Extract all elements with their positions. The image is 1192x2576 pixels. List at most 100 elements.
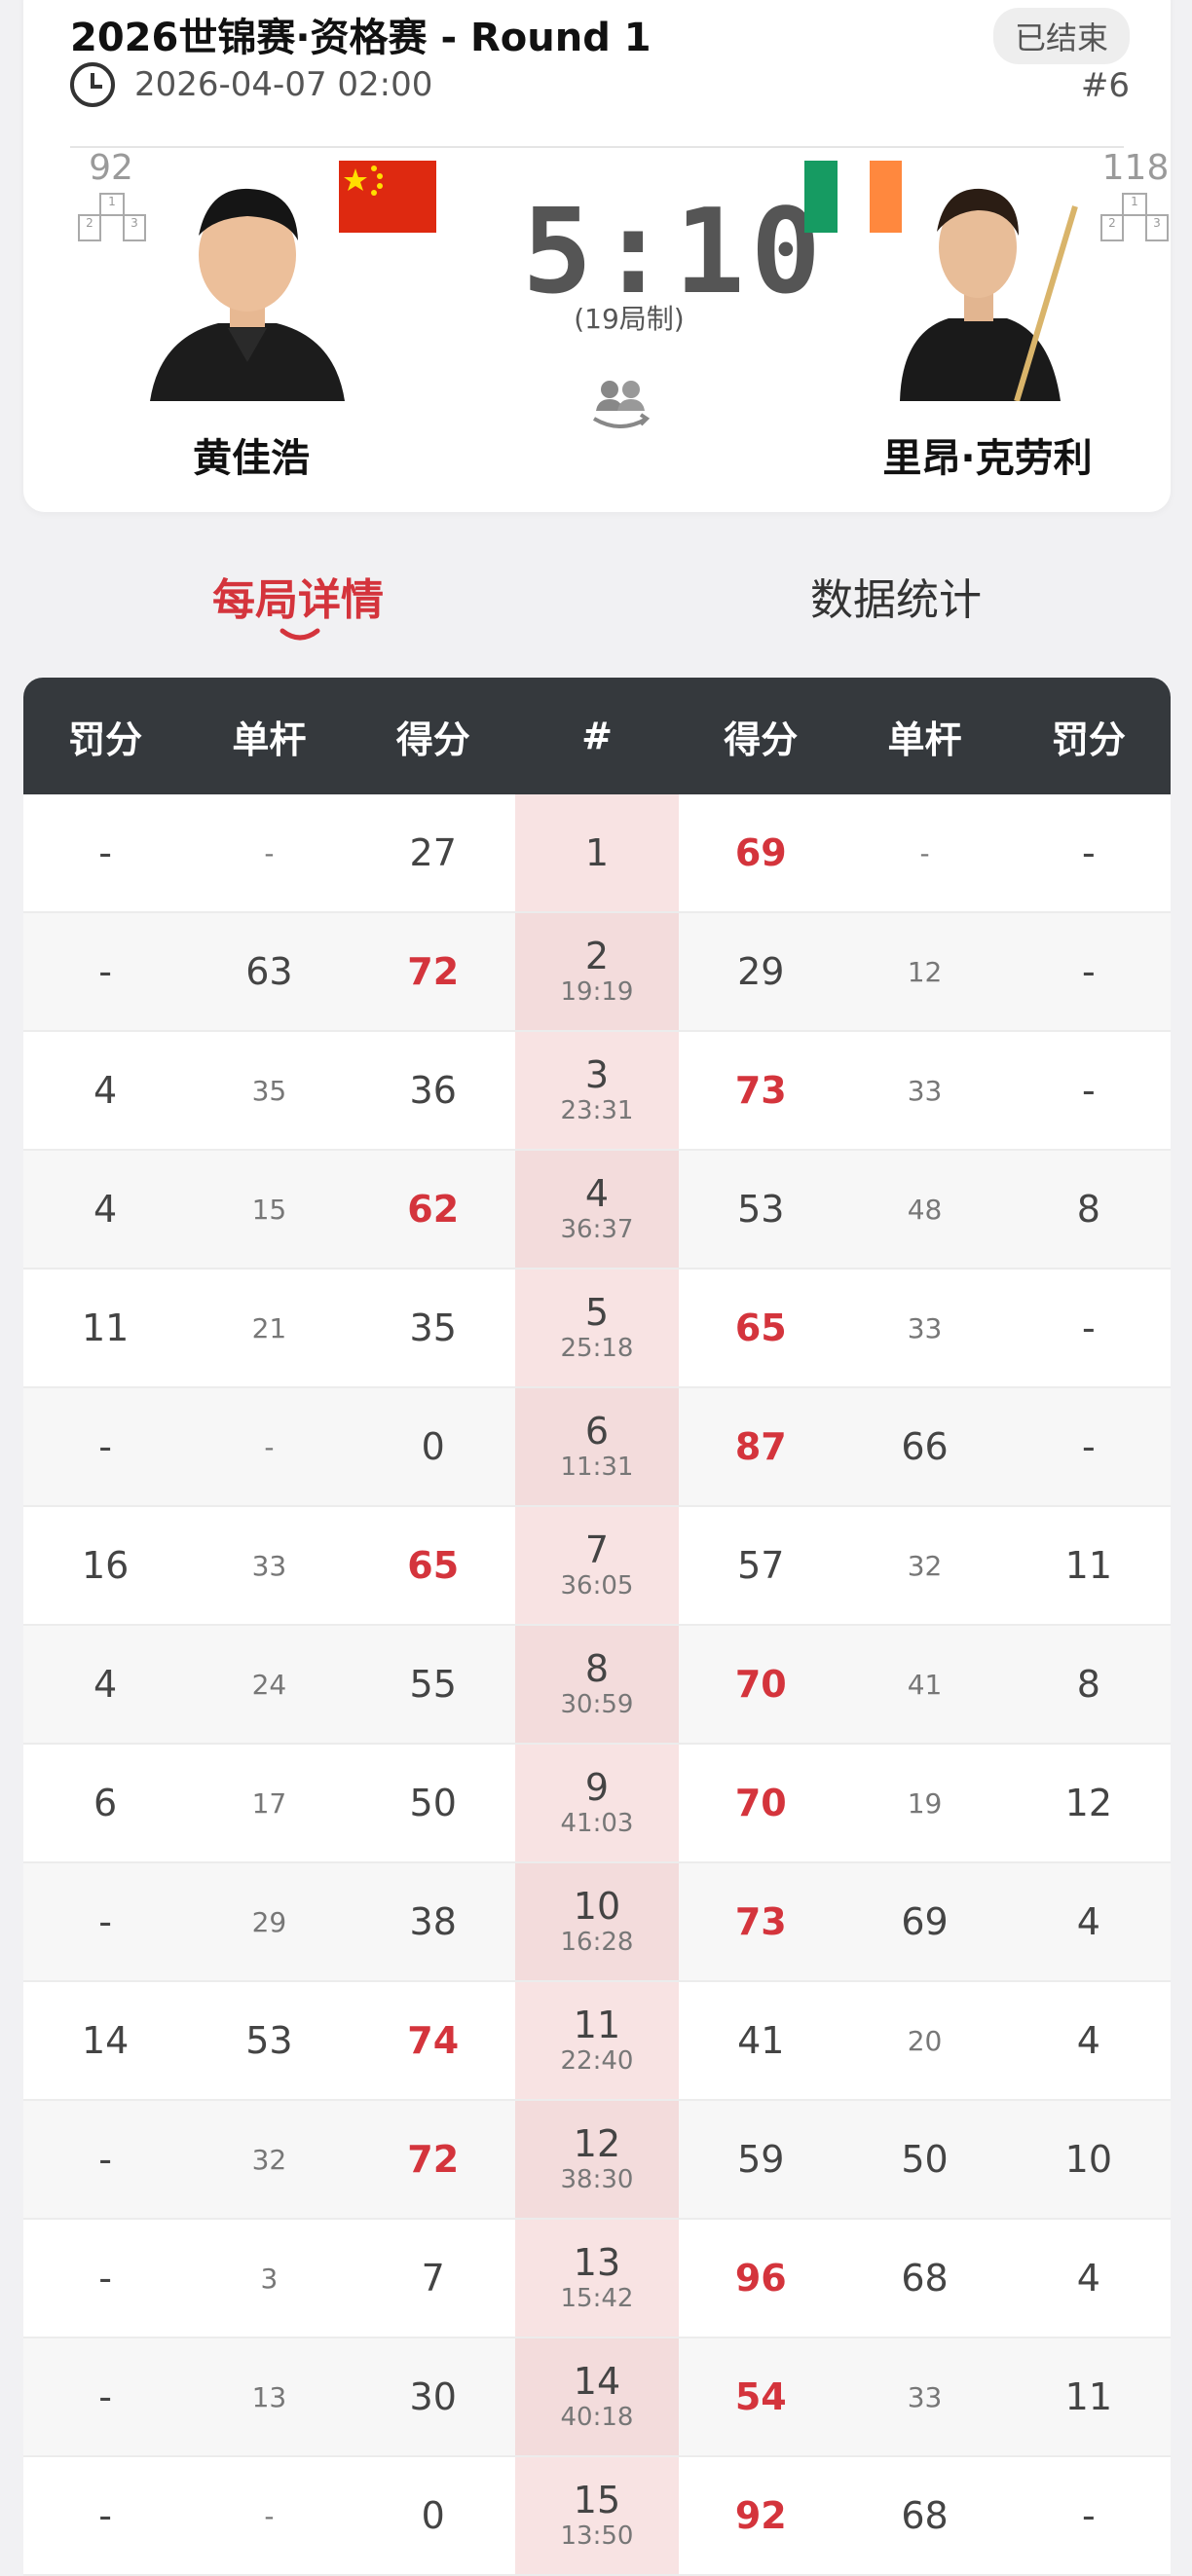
frame-number: 12 [573,2122,621,2165]
frame-number-cell: 11 22:40 [514,1982,680,2099]
left-score-cell: 0 [421,2494,445,2537]
left-penalty-cell: 6 [93,1782,118,1824]
right-penalty-cell: - [1081,831,1096,874]
left-penalty-cell: 4 [93,1069,118,1112]
frame-number-cell: 6 11:31 [514,1388,680,1505]
table-row: - 13 30 14 40:18 54 33 11 [23,2338,1171,2457]
left-score-cell: 36 [409,1069,457,1112]
right-score-cell: 59 [737,2138,785,2181]
tab-frame-details[interactable]: 每局详情 [103,565,493,627]
table-row: 4 15 62 4 36:37 53 48 8 [23,1151,1171,1270]
right-penalty-cell: 4 [1076,1900,1100,1943]
rank-podium-icon: 1 2 3 [78,193,146,247]
left-score-cell: 7 [421,2257,445,2300]
table-row: - - 0 6 11:31 87 66 - [23,1388,1171,1507]
left-break-cell: 13 [251,2380,287,2413]
frame-number: 1 [584,831,610,874]
frame-number: 13 [573,2241,621,2284]
right-break-cell: 68 [901,2257,949,2300]
left-penalty-cell: 11 [81,1306,130,1349]
right-player-rank: 118 [1101,148,1170,188]
left-penalty-cell: - [98,2257,112,2300]
table-row: 4 35 36 3 23:31 73 33 - [23,1032,1171,1151]
right-score-cell: 65 [734,1306,787,1349]
frame-duration: 16:28 [560,1928,634,1957]
header-right-score: 得分 [724,718,799,761]
right-score-cell: 87 [734,1425,787,1468]
right-penalty-cell: 12 [1064,1782,1112,1824]
right-penalty-cell: 4 [1076,2019,1100,2062]
frame-number-cell: 8 30:59 [514,1626,680,1743]
frame-number-cell: 9 41:03 [514,1745,680,1861]
table-row: 14 53 74 11 22:40 41 20 4 [23,1982,1171,2101]
right-score-cell: 70 [734,1663,787,1706]
right-player-name[interactable]: 里昂·克劳利 [793,426,1182,483]
left-score-cell: 74 [407,2019,460,2062]
head-to-head-icon[interactable] [586,368,654,436]
clock-icon [70,62,115,107]
right-penalty-cell: - [1081,2494,1096,2537]
frame-table: 罚分 单杆 得分 # 得分 单杆 罚分 - -27 1 69- - -63 72 2 19:19… [23,678,1171,2576]
right-break-cell: 50 [901,2138,949,2181]
left-player-name[interactable]: 黄佳浩 [56,426,446,483]
left-penalty-cell: - [98,950,112,993]
frame-number: 15 [573,2479,621,2521]
frame-number: 7 [584,1528,610,1571]
frame-number-cell: 15 13:50 [514,2457,680,2574]
left-score-cell: 38 [409,1900,457,1943]
table-row: - - 0 15 13:50 92 68 - [23,2457,1171,2576]
frame-duration: 36:37 [560,1215,634,1244]
right-penalty-cell: 11 [1064,1544,1112,1587]
match-datetime: 2026-04-07 02:00 [134,65,433,104]
left-break-cell: 33 [251,1549,287,1582]
frame-duration: 40:18 [560,2403,634,2432]
frame-duration: 23:31 [560,1096,634,1125]
frame-number-cell: 13 15:42 [514,2220,680,2337]
table-row: - 3 7 13 15:42 96 68 4 [23,2220,1171,2338]
table-row: - 32 72 12 38:30 59 50 10 [23,2101,1171,2220]
right-penalty-cell: - [1081,1306,1096,1349]
frame-number: 4 [584,1172,610,1215]
frame-number: 9 [584,1766,610,1809]
frame-number-cell: 7 36:05 [514,1507,680,1624]
left-penalty-cell: - [98,2138,112,2181]
right-penalty-cell: 10 [1064,2138,1112,2181]
right-score-cell: 29 [737,950,785,993]
match-title: 2026世锦赛·资格赛 - Round 1 [70,16,652,60]
left-break-cell: 63 [245,950,293,993]
right-score-cell: 96 [734,2257,787,2300]
frame-duration: 22:40 [560,2046,634,2076]
left-penalty-cell: - [98,831,112,874]
china-flag-icon [339,161,436,233]
frame-number: 14 [573,2360,621,2403]
left-score-cell: 30 [409,2375,457,2418]
right-break-cell: 12 [907,955,943,988]
right-break-cell: 69 [901,1900,949,1943]
right-score-cell: 73 [734,1069,787,1112]
left-player-photo[interactable] [140,167,354,401]
active-tab-indicator [279,628,320,641]
left-score-cell: 62 [407,1188,460,1231]
frame-number-cell: 10 16:28 [514,1863,680,1980]
left-penalty-cell: 14 [81,2019,130,2062]
right-penalty-cell: - [1081,950,1096,993]
frame-number-cell: 14 40:18 [514,2338,680,2455]
right-break-cell: 20 [907,2024,943,2057]
table-row: 6 17 50 9 41:03 70 19 12 [23,1745,1171,1863]
tab-statistics[interactable]: 数据统计 [701,565,1091,627]
right-score-cell: 54 [734,2375,787,2418]
frame-number: 5 [584,1291,610,1334]
frame-number-cell: 1 [514,794,680,911]
frame-number: 6 [584,1410,610,1453]
rank-podium-icon: 1 2 3 [1100,193,1169,247]
right-penalty-cell: - [1081,1069,1096,1112]
left-score-cell: 72 [407,950,460,993]
frame-number: 11 [573,2004,621,2046]
right-break-cell: 33 [907,1311,943,1344]
right-score-cell: 92 [734,2494,787,2537]
right-player-photo[interactable] [880,167,1095,401]
right-penalty-cell: 11 [1064,2375,1112,2418]
frame-duration: 25:18 [560,1334,634,1363]
table-row: 4 24 55 8 30:59 70 41 8 [23,1626,1171,1745]
left-penalty-cell: - [98,1900,112,1943]
